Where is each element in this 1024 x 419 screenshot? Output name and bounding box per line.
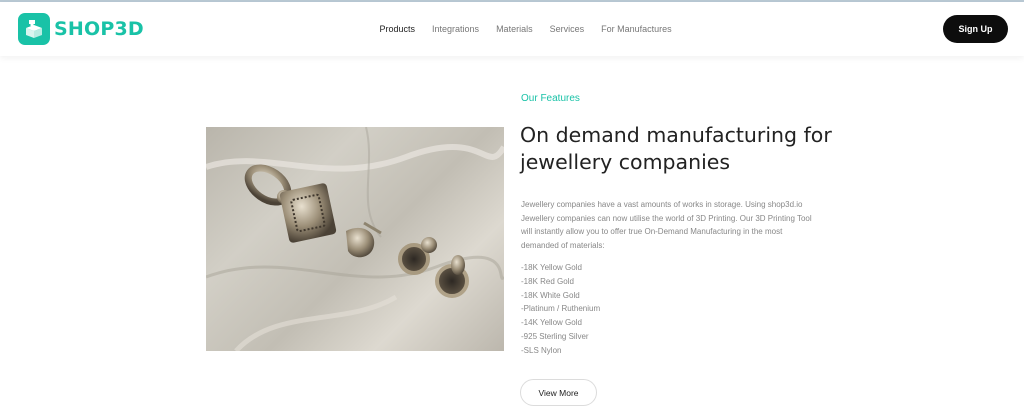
main-nav: Products Integrations Materials Services…: [371, 2, 680, 56]
features-eyebrow: Our Features: [521, 93, 580, 104]
nav-item-products[interactable]: Products: [380, 24, 416, 34]
material-item: -14K Yellow Gold: [521, 318, 582, 328]
material-item: -SLS Nylon: [521, 345, 562, 355]
feature-title: On demand manufacturing for jewellery co…: [520, 123, 832, 174]
material-item: -925 Sterling Silver: [521, 331, 589, 341]
material-item: -18K Yellow Gold: [521, 263, 582, 272]
nav-item-for-manufactures[interactable]: For Manufactures: [601, 24, 672, 34]
material-item: -18K Red Gold: [521, 276, 574, 286]
brand-logo[interactable]: SHOP3D: [18, 13, 144, 45]
view-more-button[interactable]: View More: [520, 379, 597, 406]
brand-name: SHOP3D: [54, 18, 144, 40]
material-item: -Platinum / Ruthenium: [521, 304, 601, 314]
sign-up-button[interactable]: Sign Up: [943, 15, 1008, 43]
material-item: -18K White Gold: [521, 290, 580, 300]
nav-item-services[interactable]: Services: [550, 24, 585, 34]
feature-description: Jewellery companies have a vast amounts …: [521, 200, 812, 250]
jewellery-photo: [206, 127, 504, 351]
printer-cube-icon: [18, 13, 50, 45]
materials-list: -18K Yellow Gold -18K Red Gold -18K Whit…: [521, 261, 600, 358]
nav-item-integrations[interactable]: Integrations: [432, 24, 479, 34]
nav-item-materials[interactable]: Materials: [496, 24, 533, 34]
site-header: SHOP3D Products Integrations Materials S…: [0, 2, 1024, 56]
